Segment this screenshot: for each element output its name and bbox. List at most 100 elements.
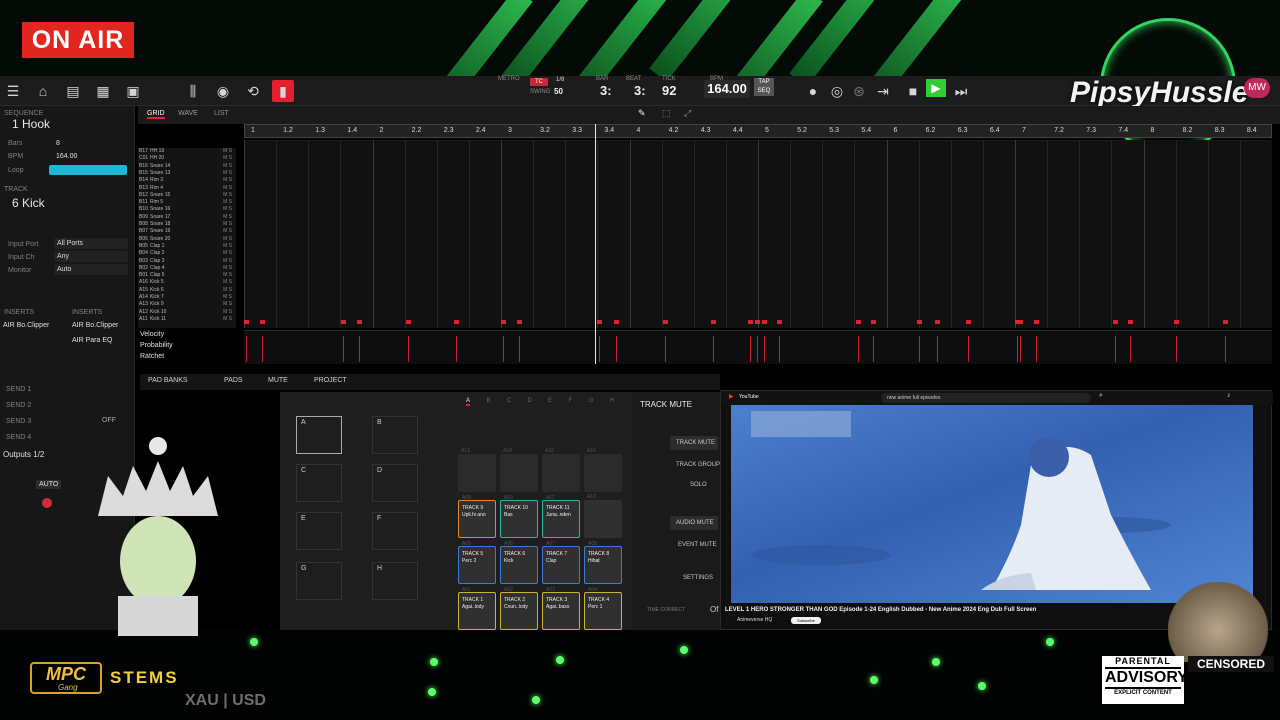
lane-probability[interactable]: Probability [140, 342, 173, 349]
lane-velocity[interactable]: Velocity [140, 331, 164, 338]
velocity-bar[interactable] [1224, 336, 1226, 362]
mute-solo-toggle[interactable]: M S [223, 272, 232, 278]
bank-tab-h[interactable]: H [610, 398, 614, 404]
pad-empty[interactable]: A16 [584, 448, 622, 492]
note-event[interactable] [340, 320, 346, 324]
track-name[interactable]: 6 Kick [12, 196, 45, 210]
event-mute-button[interactable]: EVENT MUTE [678, 542, 717, 548]
pads-button[interactable]: PADS [224, 377, 243, 384]
velocity-bar[interactable] [246, 336, 247, 362]
record-mode-icon[interactable]: ◉ [212, 80, 234, 102]
note-event[interactable] [1174, 320, 1180, 324]
note-event[interactable] [1018, 320, 1024, 324]
mute-solo-toggle[interactable]: M S [223, 192, 232, 198]
velocity-bar[interactable] [857, 336, 859, 362]
tab-wave[interactable]: WAVE [178, 110, 198, 117]
insert-slot-right-2[interactable]: AIR Para EQ [72, 337, 112, 344]
mute-solo-toggle[interactable]: M S [223, 163, 232, 169]
pad-bank-f[interactable]: F [372, 512, 418, 550]
track-row[interactable]: C01 HH 20 M S [138, 155, 236, 161]
lane-ratchet[interactable]: Ratchet [140, 353, 164, 360]
note-event[interactable] [754, 320, 760, 324]
note-event[interactable] [1033, 320, 1039, 324]
home-icon[interactable]: ⌂ [32, 80, 54, 102]
track-row[interactable]: B12 Snare 15 M S [138, 192, 236, 198]
note-event[interactable] [917, 320, 923, 324]
note-event[interactable] [1222, 320, 1228, 324]
swing-value[interactable]: 50 [554, 87, 563, 96]
track-row[interactable]: A14 Kick 7 M S [138, 294, 236, 300]
note-event[interactable] [663, 320, 669, 324]
mute-solo-toggle[interactable]: M S [223, 206, 232, 212]
note-event[interactable] [453, 320, 459, 324]
track-row[interactable]: B08 Snare 18 M S [138, 221, 236, 227]
send-3[interactable]: SEND 3 [6, 418, 31, 425]
bars-value[interactable]: 8 [56, 140, 60, 147]
mute-solo-toggle[interactable]: M S [223, 279, 232, 285]
sequence-name[interactable]: 1 Hook [12, 117, 50, 131]
note-event[interactable] [747, 320, 753, 324]
note-grid[interactable] [244, 140, 1272, 328]
note-event[interactable] [406, 320, 412, 324]
note-event[interactable] [517, 320, 523, 324]
youtube-video-title[interactable]: LEVEL 1 HERO STRONGER THAN GOD Episode 1… [725, 607, 1036, 613]
search-icon[interactable]: ⌕ [1099, 392, 1103, 400]
pad-a02[interactable]: A02 TRACK 2 Coun..lody [500, 587, 538, 630]
pad-a07[interactable]: A07 TRACK 7 Clap [542, 541, 580, 584]
note-event[interactable] [260, 320, 266, 324]
note-event[interactable] [710, 320, 716, 324]
overdub-icon[interactable]: ◎ [826, 80, 848, 102]
loop-toggle[interactable] [49, 165, 127, 175]
velocity-bar[interactable] [342, 336, 344, 362]
solo-button[interactable]: SOLO [690, 482, 707, 488]
track-row[interactable]: B10 Snare 16 M S [138, 206, 236, 212]
pad-bank-c[interactable]: C [296, 464, 342, 502]
pad-a05[interactable]: A05 TRACK 5 Perc 2 [458, 541, 496, 584]
pad-a01[interactable]: A01 TRACK 1 Agai..lody [458, 587, 496, 630]
youtube-subscribe-button[interactable]: Subscribe [791, 617, 821, 624]
stop-icon[interactable]: ■ [902, 80, 924, 102]
track-row[interactable]: A12 Kick 10 M S [138, 309, 236, 315]
off-label[interactable]: OFF [102, 417, 116, 424]
velocity-bar[interactable] [778, 336, 780, 362]
tap-tempo-button[interactable]: TAP SEQ [754, 78, 774, 96]
pad-a12[interactable]: A12 [584, 494, 622, 538]
note-event[interactable] [614, 320, 620, 324]
mute-solo-toggle[interactable]: M S [223, 214, 232, 220]
mute-solo-toggle[interactable]: M S [223, 177, 232, 183]
bell-icon[interactable]: ♪ [1227, 392, 1231, 399]
track-row[interactable]: B13 Rim 4 M S [138, 185, 236, 191]
monitor-select[interactable]: Auto [54, 264, 128, 275]
track-row[interactable]: B05 Clap 1 M S [138, 243, 236, 249]
youtube-video-player[interactable] [731, 405, 1253, 603]
auto-button[interactable]: AUTO [36, 480, 62, 489]
input-port-select[interactable]: All Ports [54, 238, 128, 249]
mute-solo-toggle[interactable]: M S [223, 185, 232, 191]
bpm-display[interactable]: 164.00 [704, 80, 750, 98]
tab-grid[interactable]: GRID [147, 110, 165, 119]
note-event[interactable] [871, 320, 877, 324]
velocity-bar[interactable] [764, 336, 766, 362]
bar-value[interactable]: 3: [600, 83, 612, 98]
select-icon[interactable]: ⬚ [662, 108, 671, 119]
tick-value[interactable]: 92 [662, 83, 676, 98]
count-in-icon[interactable]: ⇥ [872, 80, 894, 102]
input-ch-select[interactable]: Any [54, 251, 128, 262]
bank-tab-e[interactable]: E [548, 398, 552, 404]
velocity-bar[interactable] [1035, 336, 1037, 362]
mute-solo-toggle[interactable]: M S [223, 236, 232, 242]
auto-icon[interactable]: ⊛ [848, 80, 870, 102]
velocity-bar[interactable] [665, 336, 667, 362]
insert-slot-left[interactable]: AIR Bo.Clipper [3, 322, 49, 329]
pad-bank-b[interactable]: B [372, 416, 418, 454]
record-arm-button[interactable] [42, 498, 52, 508]
note-event[interactable] [965, 320, 971, 324]
velocity-bar[interactable] [1176, 336, 1178, 362]
track-row[interactable]: B16 Snare 14 M S [138, 163, 236, 169]
project-button[interactable]: PROJECT [314, 377, 347, 384]
track-row[interactable]: B04 Clap 2 M S [138, 250, 236, 256]
mute-solo-toggle[interactable]: M S [223, 221, 232, 227]
tc-badge[interactable]: TC [530, 78, 548, 86]
mixer-icon[interactable]: ⫼ [182, 80, 204, 102]
mute-solo-toggle[interactable]: M S [223, 228, 232, 234]
